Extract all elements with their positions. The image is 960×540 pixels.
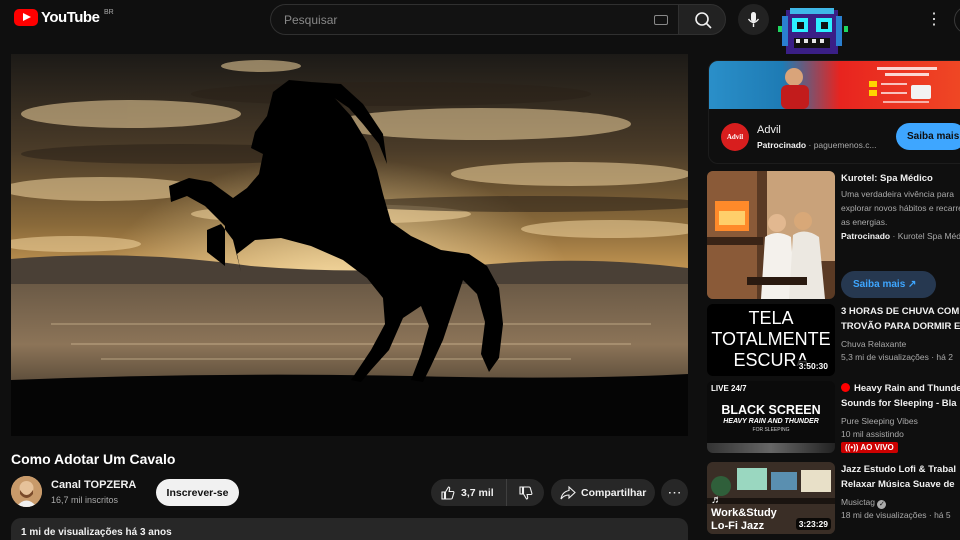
kurotel-desc-line2: explorar novos hábitos e recarregar <box>841 203 960 213</box>
video-meta: 10 mil assistindo <box>841 429 904 439</box>
subscriber-count: 16,7 mil inscritos <box>51 495 119 505</box>
ad-banner-image[interactable] <box>709 61 960 109</box>
channel-avatar[interactable] <box>11 476 42 507</box>
thumb-subline: HEAVY RAIN AND THUNDER <box>723 418 819 425</box>
video-title-line2[interactable]: Relaxar Música Suave de <box>841 477 960 492</box>
video-title-line1[interactable]: Heavy Rain and Thunder <box>841 381 960 396</box>
ad-domain: paguemenos.c... <box>813 140 877 150</box>
country-code: BR <box>104 9 114 16</box>
logo-wordmark: YouTube <box>41 9 100 26</box>
microphone-icon <box>747 12 760 27</box>
masthead: YouTube BR Pesquisar ⋮ <box>0 0 960 54</box>
video-title-line1[interactable]: 3 HORAS DE CHUVA COM <box>841 304 960 319</box>
video-frame-horse-sunset <box>11 54 688 436</box>
video-channel[interactable]: Pure Sleeping Vibes <box>841 416 918 426</box>
sidebar-ad-kurotel[interactable]: Kurotel: Spa Médico Uma verdadeira vivên… <box>707 171 960 299</box>
video-title-line2[interactable]: TROVÃO PARA DORMIR E <box>841 319 960 334</box>
thumb-subline2: FOR SLEEPING <box>752 427 790 433</box>
settings-menu-icon[interactable]: ⋮ <box>922 8 946 32</box>
thumb-text-line2: TOTALMENTE <box>711 329 831 349</box>
sponsored-label: Patrocinado <box>757 140 807 150</box>
views-and-date: 1 mi de visualizações há 3 anos <box>21 527 172 538</box>
voice-search-button[interactable] <box>738 4 769 35</box>
ad-meta: Patrocinado · paguemenos.c... <box>757 140 877 150</box>
channel-name[interactable]: Canal TOPZERA <box>51 479 136 491</box>
like-count: 3,7 mil <box>461 486 494 499</box>
thumb-black-screen: BLACK SCREEN <box>721 403 821 417</box>
video-channel[interactable]: Chuva Relaxante <box>841 339 906 349</box>
kurotel-learn-more-button[interactable]: Saiba mais ↗ <box>841 271 936 298</box>
video-player[interactable] <box>11 54 688 436</box>
sponsored-ad-card[interactable]: Advil Advil Patrocinado · paguemenos.c..… <box>708 60 960 164</box>
sidebar-video-lofi-jazz[interactable]: ♬ Work&Study Lo-Fi Jazz 3:23:29 Jazz Est… <box>707 462 960 534</box>
thumb-bottom-strip <box>707 443 835 453</box>
advil-logo: Advil <box>721 123 749 151</box>
video-title-line2[interactable]: Sounds for Sleeping - Bla <box>841 396 960 411</box>
video-duration: 3:23:29 <box>795 518 831 530</box>
kurotel-sponsored-label: Patrocinado <box>841 231 891 241</box>
pixel-monster-avatar[interactable] <box>778 6 848 56</box>
keyboard-icon[interactable] <box>654 15 668 25</box>
kurotel-advertiser: Kurotel Spa Médico <box>897 231 960 241</box>
sidebar-video-black-screen[interactable]: LIVE 24/7 BLACK SCREEN HEAVY RAIN AND TH… <box>707 381 960 453</box>
subscribe-button[interactable]: Inscrever-se <box>156 479 239 506</box>
video-title-line1[interactable]: Jazz Estudo Lofi & Trabal <box>841 462 960 477</box>
like-dislike-group: 3,7 mil <box>431 479 544 506</box>
ad-advertiser-name: Advil <box>757 124 781 136</box>
thumb-music-icon: ♬ <box>711 494 722 506</box>
video-channel-name: Musictag <box>841 497 876 507</box>
live-dot-icon <box>841 383 850 392</box>
rain-thunder-thumbnail[interactable]: TELA TOTALMENTE ESCURA 3:50:30 <box>707 304 835 376</box>
share-icon <box>560 485 576 499</box>
video-duration: 3:50:30 <box>795 360 831 372</box>
search-box[interactable] <box>270 4 678 35</box>
kurotel-desc-line1: Uma verdadeira vivência para <box>841 189 954 199</box>
verified-check-icon: ✓ <box>877 500 887 509</box>
sign-in-button[interactable] <box>954 6 960 34</box>
more-actions-icon[interactable]: ⋯ <box>661 479 688 506</box>
search-icon <box>695 12 712 29</box>
like-button[interactable]: 3,7 mil <box>431 479 507 506</box>
video-meta: 18 mi de visualizações · há 5 <box>841 510 951 520</box>
ad-learn-more-button[interactable]: Saiba mais <box>896 123 960 150</box>
share-label: Compartilhar <box>581 486 647 499</box>
video-channel[interactable]: Musictag ✓ <box>841 497 887 509</box>
thumb-live-text: LIVE 24/7 <box>711 384 747 393</box>
youtube-play-icon <box>14 9 38 26</box>
thumb-text-line2: Lo-Fi Jazz <box>711 520 765 532</box>
share-button[interactable]: Compartilhar <box>551 479 655 506</box>
video-meta: 5,3 mi de visualizações · há 2 <box>841 352 953 362</box>
sidebar-video-rain-thunder[interactable]: TELA TOTALMENTE ESCURA 3:50:30 3 HORAS D… <box>707 304 960 376</box>
external-link-icon: ↗ <box>908 279 917 290</box>
video-title: Como Adotar Um Cavalo <box>11 451 176 467</box>
kurotel-title[interactable]: Kurotel: Spa Médico <box>841 171 960 186</box>
thumb-text-line1: TELA <box>748 308 794 328</box>
youtube-logo[interactable]: YouTube BR <box>14 9 114 26</box>
live-broadcast-icon: ((•)) <box>845 443 859 452</box>
search-input[interactable] <box>284 13 644 27</box>
thumb-live-label: LIVE 24/7 <box>711 384 747 393</box>
thumb-text-line1: Work&Study <box>711 507 777 519</box>
lofi-jazz-thumbnail[interactable]: ♬ Work&Study Lo-Fi Jazz 3:23:29 <box>707 462 835 534</box>
kurotel-desc-line3: as energias. <box>841 217 888 227</box>
thumb-lofi-text: ♬ Work&Study Lo-Fi Jazz <box>711 494 777 533</box>
kurotel-cta-label: Saiba mais <box>853 279 906 290</box>
thumbs-up-icon <box>441 485 455 500</box>
search-button[interactable] <box>678 4 726 35</box>
live-badge-text: AO VIVO <box>860 443 894 452</box>
live-badge: ((•)) AO VIVO <box>841 442 898 453</box>
black-screen-thumbnail[interactable]: LIVE 24/7 BLACK SCREEN HEAVY RAIN AND TH… <box>707 381 835 453</box>
description-box[interactable]: 1 mi de visualizações há 3 anos <box>11 518 688 540</box>
dislike-button[interactable] <box>507 479 544 506</box>
thumbs-down-icon <box>518 485 532 500</box>
kurotel-thumbnail[interactable] <box>707 171 835 299</box>
youtube-watch-page: YouTube BR Pesquisar ⋮ Como Adotar Um Ca… <box>0 0 960 540</box>
kurotel-sponsor-line: Patrocinado · Kurotel Spa Médico <box>841 231 960 241</box>
video-title-text: Heavy Rain and Thunder <box>854 383 960 394</box>
